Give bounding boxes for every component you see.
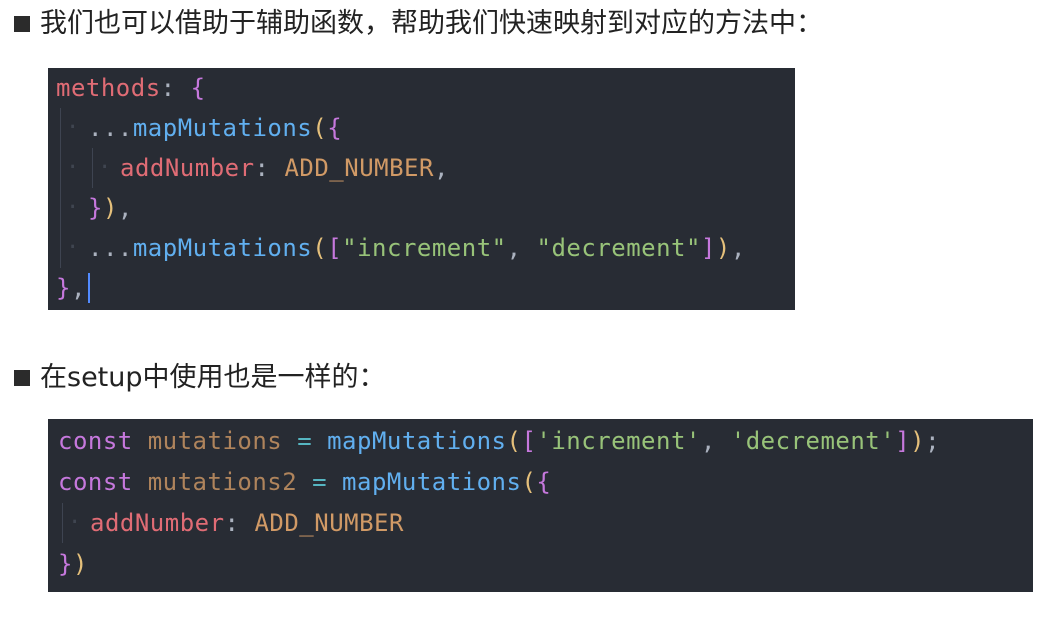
code-token-colon: : — [224, 509, 255, 537]
code-token-semicolon: ; — [925, 427, 941, 455]
code-token-paren: ) — [910, 427, 926, 455]
code-line: addNumber: ADD_NUMBER — [58, 503, 404, 543]
code-token-brace: { — [190, 74, 206, 102]
indent-guide-icon — [88, 148, 120, 188]
code-token-string: "increment" — [342, 234, 507, 262]
code-token-brace: { — [536, 468, 552, 496]
code-token-variable: mutations2 — [132, 468, 313, 496]
code-line: }), — [56, 188, 133, 228]
code-token-paren: ) — [102, 194, 118, 222]
code-token-separator: , — [506, 234, 537, 262]
code-token-constant: ADD_NUMBER — [254, 509, 404, 537]
code-token-separator: , — [700, 427, 731, 455]
code-line: addNumber: ADD_NUMBER, — [56, 148, 449, 188]
code-line: const mutations = mapMutations(['increme… — [58, 421, 940, 461]
code-token-property: addNumber — [120, 154, 255, 182]
code-token-comma: , — [70, 274, 86, 302]
code-token-function: mapMutations — [132, 234, 313, 262]
code-block-methods: methods: { ...mapMutations({ addNumber: … — [48, 68, 795, 310]
code-token-paren: ) — [72, 550, 88, 578]
code-line: methods: { — [56, 68, 206, 108]
bullet-square-icon — [14, 15, 30, 32]
code-line: }) — [58, 544, 88, 584]
code-token-paren: ( — [312, 114, 328, 142]
code-token-bracket: ] — [895, 427, 911, 455]
code-token-string: 'increment' — [536, 427, 701, 455]
code-token-comma: , — [433, 154, 449, 182]
code-token-variable: mutations — [132, 427, 298, 455]
code-token-operator: = — [297, 427, 313, 455]
code-token-paren: ) — [715, 234, 731, 262]
code-token-colon: : — [160, 74, 191, 102]
code-token-brace: } — [56, 274, 71, 302]
code-line: ...mapMutations(["increment", "decrement… — [56, 228, 746, 268]
code-token-spread: ... — [88, 114, 133, 142]
indent-guide-icon — [56, 108, 88, 148]
code-line: const mutations2 = mapMutations({ — [58, 462, 551, 502]
code-token-comma: , — [730, 234, 746, 262]
code-token-comma: , — [117, 194, 133, 222]
indent-guide-icon — [56, 148, 88, 188]
code-token-string: 'decrement' — [730, 427, 896, 455]
code-token-keyword: const — [58, 427, 133, 455]
code-token-spread: ... — [88, 234, 133, 262]
bullet-text-2: 在setup中使用也是一样的： — [40, 362, 386, 393]
code-token-property: methods — [56, 74, 161, 102]
bullet-line-1: 我们也可以借助于辅助函数，帮助我们快速映射到对应的方法中： — [14, 10, 823, 37]
code-token-operator: = — [312, 468, 328, 496]
code-token-paren: ( — [506, 427, 522, 455]
indent-guide-icon — [58, 503, 90, 543]
code-block-setup: const mutations = mapMutations(['increme… — [48, 419, 1033, 592]
code-token-function: mapMutations — [327, 468, 522, 496]
code-token-property: addNumber — [90, 509, 225, 537]
code-line: ...mapMutations({ — [56, 108, 342, 148]
code-token-constant: ADD_NUMBER — [284, 154, 434, 182]
code-token-paren: ( — [312, 234, 328, 262]
code-line: }, — [56, 268, 90, 308]
bullet-text-1: 我们也可以借助于辅助函数，帮助我们快速映射到对应的方法中： — [40, 8, 823, 39]
text-cursor-icon — [87, 273, 90, 303]
indent-guide-icon — [56, 228, 88, 268]
code-token-function: mapMutations — [312, 427, 507, 455]
bullet-square-icon — [14, 369, 30, 386]
code-token-paren: ( — [521, 468, 537, 496]
code-token-keyword: const — [58, 468, 133, 496]
code-token-colon: : — [254, 154, 285, 182]
code-token-brace: { — [327, 114, 343, 142]
code-token-bracket: [ — [327, 234, 343, 262]
code-token-bracket: [ — [521, 427, 537, 455]
code-token-brace: } — [88, 194, 103, 222]
code-token-brace: } — [58, 550, 73, 578]
code-token-function: mapMutations — [132, 114, 313, 142]
code-token-bracket: ] — [700, 234, 716, 262]
indent-guide-icon — [56, 188, 88, 228]
code-token-string: "decrement" — [536, 234, 701, 262]
bullet-line-2: 在setup中使用也是一样的： — [14, 364, 386, 391]
